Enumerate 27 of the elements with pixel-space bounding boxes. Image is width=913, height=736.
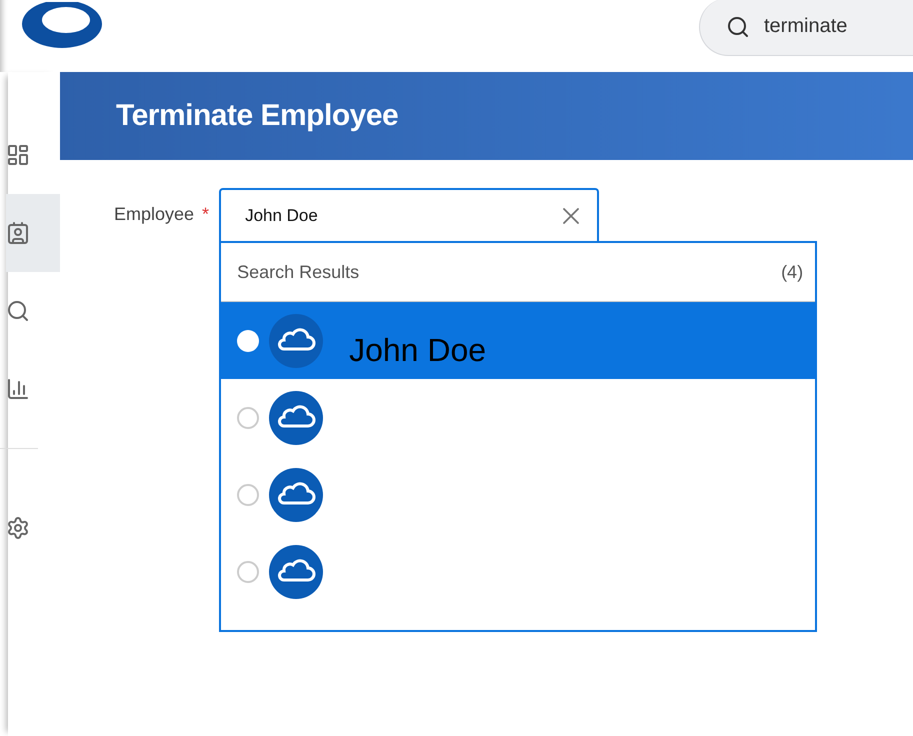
cloud-avatar-icon (269, 314, 324, 368)
logo-icon (20, 2, 104, 50)
search-icon (6, 299, 30, 323)
cloud-avatar-icon (269, 544, 324, 598)
results-title: Search Results (237, 262, 360, 282)
cloud-avatar-icon (269, 468, 324, 522)
field-value: John Doe (245, 206, 318, 226)
bar-chart-icon (6, 377, 30, 401)
search-icon (726, 14, 750, 38)
search-value: terminate (764, 15, 848, 38)
radio-button[interactable] (237, 330, 260, 352)
cloud-avatar-icon (269, 390, 324, 444)
result-name: John Doe (349, 332, 486, 369)
required-mark: * (202, 204, 210, 226)
sidebar-item[interactable] (6, 194, 60, 272)
search-field[interactable]: terminate (699, 0, 913, 56)
page-title: Terminate Employee (116, 99, 398, 133)
radio-button[interactable] (237, 406, 260, 428)
profile-card-icon (6, 221, 30, 245)
radio-button[interactable] (237, 560, 260, 582)
result-row[interactable]: John Doe (221, 302, 816, 379)
results-count: (4) (781, 262, 804, 282)
dashboard-icon (6, 143, 30, 167)
settings-icon (6, 516, 30, 540)
radio-button[interactable] (237, 484, 260, 506)
field-label: Employee (114, 204, 194, 226)
employee-field[interactable]: John Doe (219, 188, 600, 242)
